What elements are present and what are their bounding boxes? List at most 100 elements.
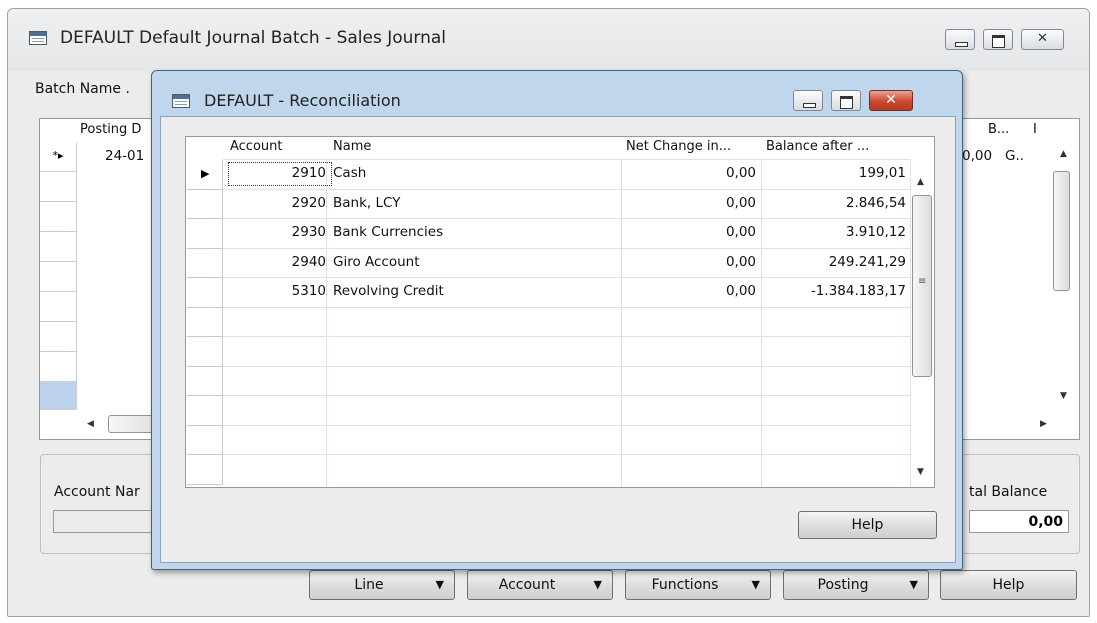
row-selector[interactable] — [40, 352, 77, 382]
net-change-cell[interactable]: 0,00 — [626, 254, 756, 270]
account-button-label: Account — [498, 577, 556, 593]
vertical-scrollbar-thumb[interactable] — [1053, 171, 1070, 291]
name-cell[interactable]: Bank, LCY — [333, 195, 400, 211]
account-cell[interactable]: 2910 — [230, 165, 326, 181]
reconciliation-grid[interactable]: Account Name Net Change in... Balance af… — [185, 136, 935, 488]
account-cell[interactable]: 2940 — [230, 254, 326, 270]
dialog-title-bar[interactable]: DEFAULT - Reconciliation — [152, 71, 962, 115]
line-menu-button[interactable]: Line ▼ — [309, 570, 455, 600]
posting-menu-button[interactable]: Posting ▼ — [783, 570, 929, 600]
grip-icon: ≡ — [918, 276, 927, 287]
row-selector[interactable] — [187, 396, 223, 426]
window-icon — [29, 31, 47, 45]
row-selector[interactable] — [40, 202, 77, 232]
minimize-icon[interactable] — [945, 29, 975, 50]
dialog-scroll-up-icon[interactable]: ▲ — [917, 177, 924, 187]
net-change-cell[interactable]: 0,00 — [626, 224, 756, 240]
dialog-window-icon — [172, 94, 190, 108]
dialog-title: DEFAULT - Reconciliation — [204, 91, 401, 110]
name-cell[interactable]: Cash — [333, 165, 366, 181]
net-change-cell[interactable]: 0,00 — [626, 283, 756, 299]
account-cell[interactable]: 2920 — [230, 195, 326, 211]
row-selector[interactable] — [40, 232, 77, 262]
column-header-i[interactable]: I — [1033, 122, 1037, 137]
help-button[interactable]: Help — [940, 570, 1077, 600]
row-selector[interactable] — [187, 278, 223, 308]
balance-after-cell[interactable]: 3.910,12 — [766, 224, 906, 240]
row-divider — [223, 395, 910, 396]
column-header-name[interactable]: Name — [333, 139, 371, 154]
dialog-minimize-icon[interactable] — [793, 90, 823, 111]
posting-date-cell[interactable]: 24-01 — [105, 148, 144, 164]
reconciliation-dialog: DEFAULT - Reconciliation Account Name Ne… — [151, 70, 963, 570]
dialog-help-button[interactable]: Help — [798, 511, 937, 539]
name-cell[interactable]: Giro Account — [333, 254, 420, 270]
scroll-right-icon[interactable]: ▶ — [1040, 419, 1047, 429]
scroll-left-icon[interactable]: ◀ — [87, 419, 94, 429]
maximize-icon[interactable] — [983, 29, 1013, 50]
row-divider — [223, 159, 910, 160]
net-change-cell[interactable]: 0,00 — [626, 195, 756, 211]
account-menu-button[interactable]: Account ▼ — [467, 570, 613, 600]
amount-cell[interactable]: 0,00 — [962, 148, 992, 164]
dialog-scrollbar-thumb[interactable]: ≡ — [912, 195, 932, 377]
dialog-maximize-icon[interactable] — [831, 90, 861, 111]
scroll-down-icon[interactable]: ▼ — [1060, 391, 1067, 401]
column-divider — [326, 159, 327, 487]
name-cell[interactable]: Revolving Credit — [333, 283, 444, 299]
balance-after-cell[interactable]: 199,01 — [766, 165, 906, 181]
dialog-close-icon[interactable] — [869, 90, 913, 111]
column-header-account[interactable]: Account — [230, 139, 283, 154]
balance-after-cell[interactable]: -1.384.183,17 — [766, 283, 906, 299]
column-header-balance-after[interactable]: Balance after ... — [766, 139, 869, 154]
scroll-up-icon[interactable]: ▲ — [1060, 149, 1067, 159]
row-selector[interactable] — [187, 248, 223, 278]
name-cell[interactable]: Bank Currencies — [333, 224, 443, 240]
help-button-label: Help — [992, 577, 1025, 593]
dialog-scroll-down-icon[interactable]: ▼ — [917, 467, 924, 477]
column-divider — [761, 159, 762, 487]
main-title-bar[interactable]: DEFAULT Default Journal Batch - Sales Jo… — [8, 9, 1089, 71]
account-name-label: Account Nar — [54, 484, 140, 500]
row-selector[interactable] — [187, 189, 223, 219]
balance-after-cell[interactable]: 2.846,54 — [766, 195, 906, 211]
column-header-b[interactable]: B... — [988, 122, 1009, 137]
row-divider — [223, 425, 910, 426]
dialog-body: Account Name Net Change in... Balance af… — [160, 116, 956, 563]
total-balance-field: 0,00 — [969, 510, 1069, 533]
row-selector[interactable] — [187, 455, 223, 485]
new-row-marker[interactable]: *▸ — [40, 142, 77, 172]
row-selector[interactable] — [40, 322, 77, 352]
main-window-title: DEFAULT Default Journal Batch - Sales Jo… — [60, 28, 447, 48]
row-divider — [223, 218, 910, 219]
row-divider — [223, 454, 910, 455]
functions-menu-button[interactable]: Functions ▼ — [625, 570, 771, 600]
column-header-net-change[interactable]: Net Change in... — [626, 139, 731, 154]
row-selector[interactable] — [40, 262, 77, 292]
row-selector[interactable] — [187, 307, 223, 337]
row-selector[interactable] — [187, 337, 223, 367]
g-cell[interactable]: G.. — [1005, 148, 1024, 164]
close-icon[interactable] — [1021, 29, 1064, 50]
row-selector[interactable] — [40, 172, 77, 202]
row-divider — [223, 277, 910, 278]
row-divider — [223, 189, 910, 190]
net-change-cell[interactable]: 0,00 — [626, 165, 756, 181]
account-cell[interactable]: 2930 — [230, 224, 326, 240]
account-cell[interactable]: 5310 — [230, 283, 326, 299]
row-selector-column[interactable]: *▸ — [40, 142, 77, 412]
column-header-posting-date[interactable]: Posting D — [80, 122, 141, 137]
balance-after-cell[interactable]: 249.241,29 — [766, 254, 906, 270]
row-selector-corner — [40, 382, 77, 410]
row-selector[interactable] — [40, 292, 77, 322]
dialog-row-selector-column[interactable]: ▶ — [187, 160, 223, 485]
row-divider — [223, 307, 910, 308]
row-selector[interactable] — [187, 219, 223, 249]
row-divider — [223, 248, 910, 249]
row-selector[interactable] — [187, 366, 223, 396]
current-row-selector[interactable]: ▶ — [187, 160, 223, 190]
chevron-down-icon: ▼ — [435, 578, 444, 591]
row-selector[interactable] — [187, 425, 223, 455]
row-divider — [223, 336, 910, 337]
chevron-down-icon: ▼ — [751, 578, 760, 591]
